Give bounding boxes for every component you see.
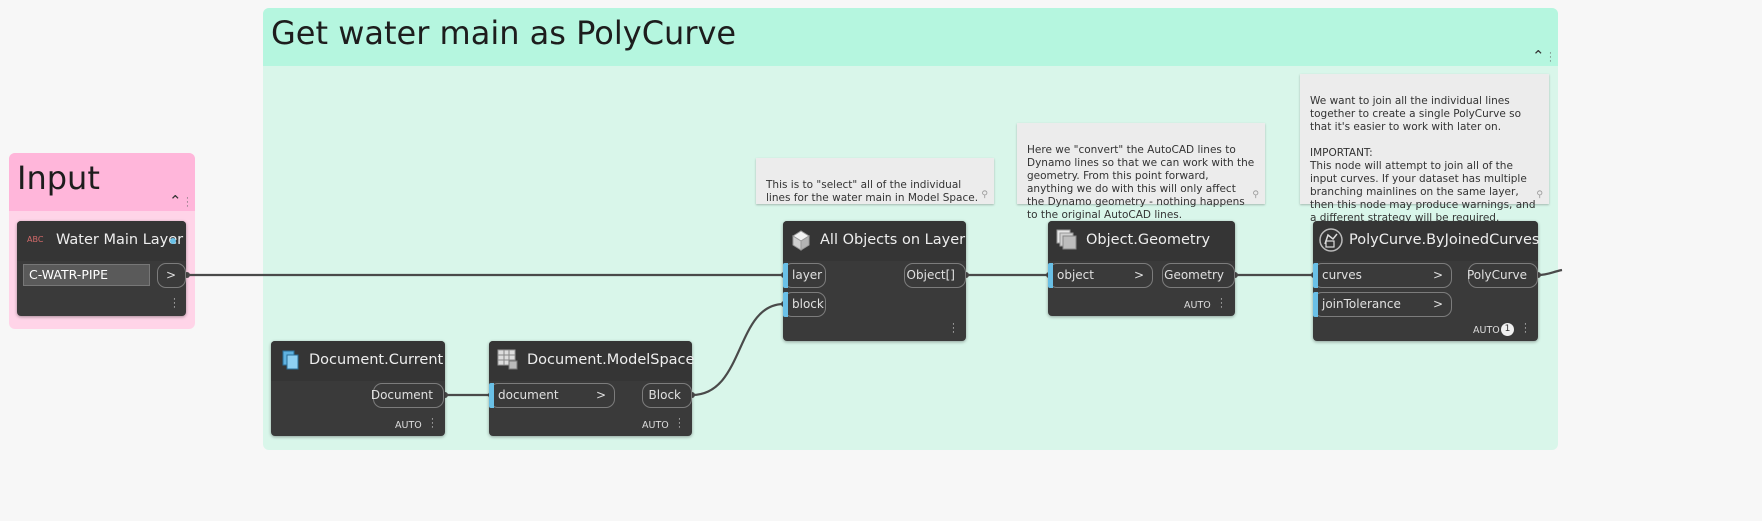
lacing-label[interactable]: AUTO [642,420,669,431]
info-count-badge[interactable]: 1 [1501,323,1514,336]
node-menu-icon[interactable]: · · · [1220,296,1223,313]
string-type-icon: ABC [27,235,44,244]
lacing-label[interactable]: AUTO [1184,300,1211,311]
node-title: Document.Current [309,352,444,368]
node-menu-icon[interactable]: · · · [1524,321,1527,338]
output-port-label: Block [648,388,681,402]
output-port-label: Object[] [906,268,955,282]
pin-icon[interactable]: ⚲ [981,189,988,202]
node-polycurve-byjoinedcurves[interactable]: PolyCurve.ByJoinedCurves curves > joinTo… [1313,221,1540,341]
chevron-right-icon: > [1133,268,1144,282]
note-text: We want to join all the individual lines… [1310,95,1536,224]
output-port-block[interactable]: Block [642,383,692,408]
output-port-geometry[interactable]: Geometry [1162,263,1235,288]
output-port-label: Geometry [1164,268,1224,282]
output-port-chevron: > [166,268,177,282]
output-port-label: Document [370,388,433,402]
input-port-label: object [1057,268,1094,282]
input-port-object[interactable]: object > [1048,263,1153,288]
node-menu-icon[interactable]: · · · [678,416,681,433]
node-title: Water Main Layer [56,232,184,248]
output-port-objects[interactable]: Object[] [904,263,966,288]
node-title: All Objects on Layer [820,232,966,248]
wire-polycurve-out [1537,268,1563,277]
node-all-objects-on-layer[interactable]: All Objects on Layer layer block Object[… [783,221,966,341]
input-port-jointolerance[interactable]: joinTolerance > [1313,292,1452,317]
note-join[interactable]: We want to join all the individual lines… [1300,74,1549,224]
note-select[interactable]: This is to "select" all of the individua… [756,158,994,204]
input-port-layer[interactable]: layer [783,263,826,288]
chevron-right-icon: > [595,388,606,402]
input-port-label: document [498,388,559,402]
pin-icon[interactable]: ⚲ [1536,189,1543,202]
note-text: This is to "select" all of the individua… [766,179,979,204]
node-document-current[interactable]: Document.Current Document AUTO · · · [271,341,445,436]
node-water-main-layer[interactable]: ABC Water Main Layer C-WATR-PIPE > · · · [17,221,186,316]
layer-name-input[interactable]: C-WATR-PIPE [23,264,150,286]
input-port-curves[interactable]: curves > [1313,263,1452,288]
input-port-label: layer [792,268,823,282]
layered-sheets-icon [1056,229,1077,250]
output-port-polycurve[interactable]: PolyCurve [1467,263,1538,288]
document-icon [282,350,299,370]
input-port-label: joinTolerance [1322,297,1401,311]
lacing-label[interactable]: AUTO [1473,325,1500,336]
node-object-geometry[interactable]: Object.Geometry object > Geometry AUTO ·… [1048,221,1235,316]
node-title: Document.ModelSpace [527,352,695,368]
node-menu-icon[interactable]: · · · [431,416,434,433]
input-port-label: curves [1322,268,1362,282]
wire-block [691,302,785,397]
layer-name-value: C-WATR-PIPE [29,267,108,282]
node-title: Object.Geometry [1086,232,1211,248]
node-title: PolyCurve.ByJoinedCurves [1349,232,1540,248]
input-port-label: block [792,297,824,311]
node-menu-icon[interactable]: · · · [952,321,955,338]
polycurve-icon [1319,228,1343,252]
output-port[interactable]: > [157,263,186,288]
note-convert[interactable]: Here we "convert" the AutoCAD lines to D… [1017,123,1265,221]
input-port-document[interactable]: document > [489,383,615,408]
chevron-right-icon: > [1432,297,1443,311]
output-port-label: PolyCurve [1467,268,1527,282]
lacing-label[interactable]: AUTO [395,420,422,431]
output-port-document[interactable]: Document [370,383,444,408]
cube-icon [792,230,810,251]
input-port-block[interactable]: block [783,292,826,317]
input-status-dot-icon [170,238,176,244]
node-menu-icon[interactable]: · · · [173,296,176,313]
chevron-right-icon: > [1432,268,1443,282]
table-icon [497,349,518,370]
pin-icon[interactable]: ⚲ [1252,189,1259,202]
node-document-modelspace[interactable]: Document.ModelSpace document > Block AUT… [489,341,695,436]
